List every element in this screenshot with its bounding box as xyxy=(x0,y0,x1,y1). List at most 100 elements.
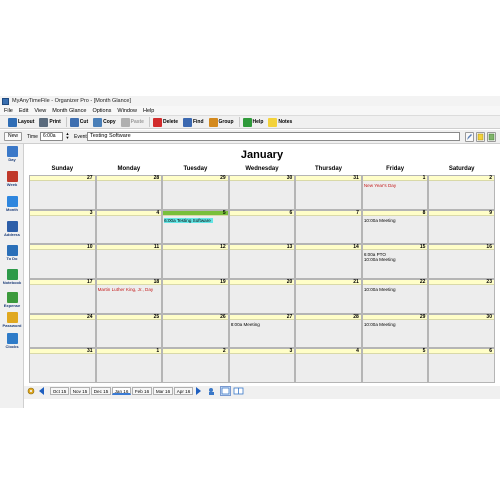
day-cell[interactable]: 3 xyxy=(29,209,96,245)
day-cell[interactable]: 14 xyxy=(295,244,362,279)
prev-month-arrow-icon[interactable] xyxy=(39,387,44,395)
menu-item-options[interactable]: Options xyxy=(92,108,111,114)
day-cell[interactable]: 16 xyxy=(428,244,495,279)
event-input[interactable]: Testing Software xyxy=(87,132,460,141)
layout-button[interactable]: Layout xyxy=(8,117,34,128)
day-cell[interactable]: 1 xyxy=(95,348,163,383)
day-cell[interactable]: 27 8:00a Meeting xyxy=(228,313,296,349)
day-cell[interactable]: 25 xyxy=(95,313,163,349)
day-cell[interactable]: 18 Martin Luther King, Jr., Day xyxy=(95,279,163,314)
calendar-event[interactable]: 10:00a Meeting xyxy=(364,218,396,223)
new-button[interactable]: New xyxy=(4,132,22,141)
month-tab-nov-15[interactable]: Nov 15 xyxy=(70,387,90,395)
view-group-icon[interactable] xyxy=(207,386,217,396)
menu-item-help[interactable]: Help xyxy=(143,108,154,114)
sidebar-item-notebook[interactable]: Notebook xyxy=(0,269,24,285)
day-cell[interactable]: 13 xyxy=(228,244,296,279)
day-cell[interactable]: 20 xyxy=(228,279,296,314)
paste-button[interactable]: Paste xyxy=(120,117,144,128)
day-cell[interactable]: 17 xyxy=(29,279,96,314)
calendar-event[interactable]: 8:00a Meeting xyxy=(231,322,260,327)
help-button[interactable]: Help xyxy=(242,117,263,128)
settings-gear-icon[interactable] xyxy=(27,387,35,395)
attach-icon[interactable] xyxy=(487,132,496,142)
day-cell[interactable]: 10 xyxy=(29,244,96,279)
menu-item-edit[interactable]: Edit xyxy=(19,108,28,114)
copy-button[interactable]: Copy xyxy=(93,117,116,128)
day-cell[interactable]: 15 6:00a PTO 10:00a Meeting xyxy=(361,244,429,279)
day-cell[interactable]: 27 xyxy=(29,175,96,210)
day-cell[interactable]: 1 New Year's Day xyxy=(361,175,429,210)
sidebar-item-month[interactable]: Month xyxy=(0,196,24,212)
note-icon[interactable] xyxy=(476,132,485,142)
calendar-event[interactable]: 10:00a Meeting xyxy=(364,257,396,262)
split-view-icon[interactable] xyxy=(233,386,244,396)
day-cell[interactable]: 26 xyxy=(162,313,229,349)
time-input[interactable]: 6:00a xyxy=(40,132,63,141)
holiday-event[interactable]: New Year's Day xyxy=(364,183,396,188)
next-month-arrow-icon[interactable] xyxy=(196,387,201,395)
day-cell[interactable]: 22 10:00a Meeting xyxy=(361,279,429,314)
day-cell[interactable]: 21 xyxy=(295,279,362,314)
sidebar-item-to-do[interactable]: To Do xyxy=(0,245,24,261)
day-cell[interactable]: 6 xyxy=(428,348,495,383)
menu-item-view[interactable]: View xyxy=(34,108,46,114)
day-cell[interactable]: 3 xyxy=(228,348,296,383)
day-cell[interactable]: 29 10:00a Meeting xyxy=(361,313,429,349)
day-cell[interactable]: 7 xyxy=(295,209,362,245)
month-tab-jan-16[interactable]: Jan 16 xyxy=(112,387,131,395)
day-cell[interactable]: 11 xyxy=(95,244,163,279)
day-cell[interactable]: 4 xyxy=(295,348,362,383)
day-cell[interactable]: 28 xyxy=(95,175,163,210)
day-number: 14 xyxy=(353,244,359,251)
sidebar-item-clocks[interactable]: Clocks xyxy=(0,333,24,349)
sidebar-item-day[interactable]: Day xyxy=(0,146,24,162)
day-cell[interactable]: 9 xyxy=(428,209,495,245)
delete-button[interactable]: Delete xyxy=(152,117,178,128)
month-tab-mar-16[interactable]: Mar 16 xyxy=(153,387,173,395)
day-cell[interactable]: 23 xyxy=(428,279,495,314)
day-cell[interactable]: 5 6:00a Testing Software xyxy=(162,209,229,245)
sidebar-item-address[interactable]: Address xyxy=(0,221,24,237)
day-cell[interactable]: 19 xyxy=(162,279,229,314)
day-cell[interactable]: 6 xyxy=(228,209,296,245)
print-button-label: Print xyxy=(49,119,61,125)
day-cell[interactable]: 4 xyxy=(95,209,163,245)
month-tab-feb-16[interactable]: Feb 16 xyxy=(132,387,152,395)
day-cell[interactable]: 2 xyxy=(162,348,229,383)
app-window: MyAnyTimeFile - Organizer Pro - [Month G… xyxy=(0,96,500,408)
calendar-event[interactable]: 10:00a Meeting xyxy=(364,322,396,327)
calendar-event[interactable]: 6:00a Testing Software xyxy=(164,217,213,223)
day-cell[interactable]: 31 xyxy=(29,348,96,383)
month-tab-dec-15[interactable]: Dec 15 xyxy=(91,387,111,395)
day-cell[interactable]: 30 xyxy=(428,313,495,349)
single-view-icon[interactable] xyxy=(220,386,231,396)
calendar-event[interactable]: 10:00a Meeting xyxy=(364,287,396,292)
edit-icon[interactable] xyxy=(465,132,474,142)
time-spinner[interactable]: ▲ ▼ xyxy=(65,132,70,141)
day-cell[interactable]: 28 xyxy=(295,313,362,349)
day-cell[interactable]: 30 xyxy=(228,175,296,210)
day-number: 1 xyxy=(422,175,426,181)
print-button[interactable]: Print xyxy=(39,117,61,128)
day-cell[interactable]: 8 10:00a Meeting xyxy=(361,209,429,245)
day-cell[interactable]: 24 xyxy=(29,313,96,349)
notes-button[interactable]: Notes xyxy=(268,117,292,128)
day-cell[interactable]: 2 xyxy=(428,175,495,210)
sidebar-item-expense[interactable]: Expense xyxy=(0,292,24,308)
find-button[interactable]: Find xyxy=(182,117,204,128)
month-tab-oct-15[interactable]: Oct 15 xyxy=(50,387,69,395)
group-button[interactable]: Group xyxy=(208,117,234,128)
menu-item-window[interactable]: Window xyxy=(117,108,137,114)
cut-button[interactable]: Cut xyxy=(69,117,88,128)
day-cell[interactable]: 12 xyxy=(162,244,229,279)
day-cell[interactable]: 5 xyxy=(361,348,429,383)
menu-item-file[interactable]: File xyxy=(4,108,13,114)
menu-item-month-glance[interactable]: Month Glance xyxy=(52,108,86,114)
month-tab-apr-16[interactable]: Apr 16 xyxy=(174,387,193,395)
day-cell[interactable]: 29 xyxy=(162,175,229,210)
holiday-event[interactable]: Martin Luther King, Jr., Day xyxy=(98,287,154,292)
sidebar-item-password[interactable]: Password xyxy=(0,312,24,328)
sidebar-item-week[interactable]: Week xyxy=(0,171,24,187)
day-cell[interactable]: 31 xyxy=(295,175,362,210)
